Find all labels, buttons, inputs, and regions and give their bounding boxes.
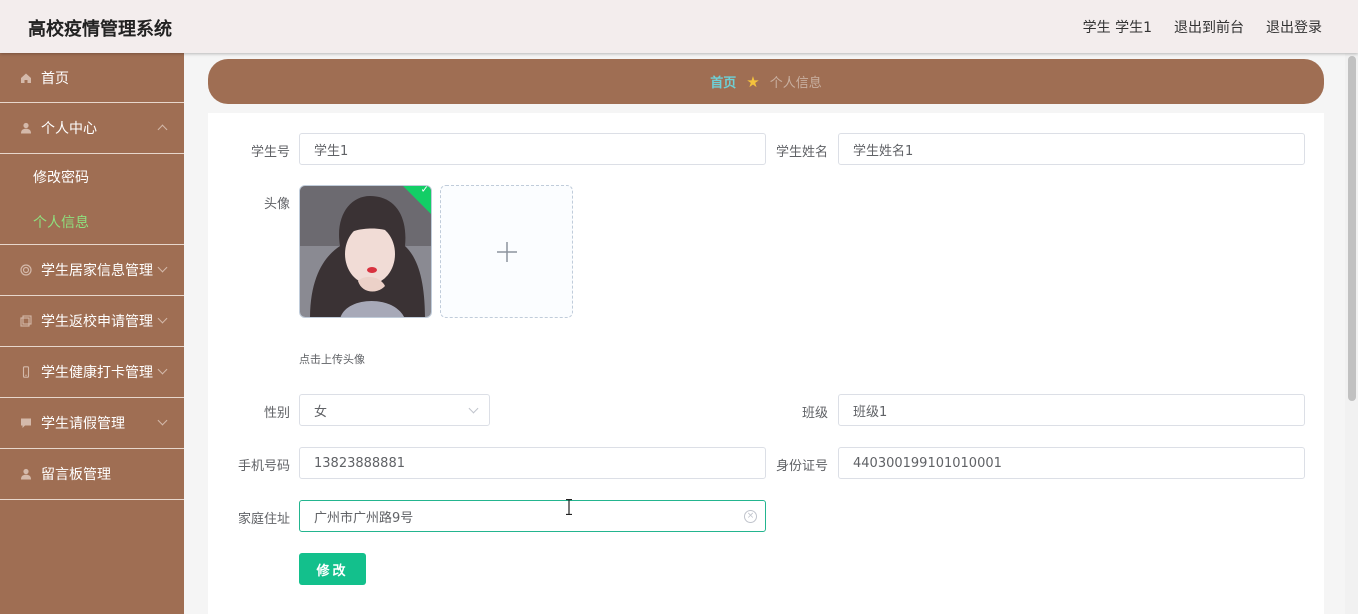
chevron-down-icon <box>157 313 168 324</box>
user-icon <box>19 121 33 135</box>
student-name-input[interactable]: 学生姓名1 <box>838 133 1305 165</box>
star-icon: ★ <box>746 72 760 91</box>
top-header: 高校疫情管理系统 学生 学生1 退出到前台 退出登录 <box>0 0 1358 53</box>
logout-link[interactable]: 退出登录 <box>1266 17 1322 37</box>
breadcrumb: 首页 ★ 个人信息 <box>208 59 1324 104</box>
chevron-down-icon <box>157 262 168 273</box>
scrollbar-thumb[interactable] <box>1348 56 1356 401</box>
sidebar-item-label: 学生请假管理 <box>41 416 125 432</box>
phone-input[interactable]: 13823888881 <box>299 447 766 479</box>
address-label: 家庭住址 <box>237 512 290 527</box>
app-title: 高校疫情管理系统 <box>28 19 172 40</box>
sidebar-item-leave[interactable]: 学生请假管理 <box>0 398 184 449</box>
submit-button[interactable]: 修改 <box>299 553 366 585</box>
chevron-down-icon <box>468 403 479 414</box>
sidebar-item-health-checkin[interactable]: 学生健康打卡管理 <box>0 347 184 398</box>
text-cursor-icon <box>566 499 572 515</box>
class-label: 班级 <box>801 406 828 421</box>
main-content: 首页 ★ 个人信息 学生号 学生1 学生姓名 学生姓名1 头像 ✓ 点击上传头像… <box>184 53 1358 614</box>
chat-icon <box>19 416 33 430</box>
avatar-image[interactable]: ✓ <box>299 185 432 318</box>
personal-center-submenu: 修改密码 个人信息 <box>0 154 184 245</box>
sidebar-item-label: 学生居家信息管理 <box>41 263 153 279</box>
breadcrumb-home-link[interactable]: 首页 <box>710 72 736 91</box>
sidebar-item-message-board[interactable]: 留言板管理 <box>0 449 184 500</box>
sidebar-item-personal-info[interactable]: 个人信息 <box>0 199 184 244</box>
sidebar-item-home[interactable]: 首页 <box>0 53 184 103</box>
class-input[interactable]: 班级1 <box>838 394 1305 426</box>
document-icon <box>19 314 33 328</box>
sidebar-item-label: 首页 <box>41 70 69 87</box>
user-icon <box>19 467 33 481</box>
chevron-down-icon <box>157 415 168 426</box>
sidebar: 首页 个人中心 修改密码 个人信息 学生居家信息管理 学生返校申请管理 学生健康… <box>0 53 184 614</box>
sidebar-item-label: 学生返校申请管理 <box>41 314 153 330</box>
sidebar-item-label: 留言板管理 <box>41 467 111 483</box>
address-input[interactable]: 广州市广州路9号 × <box>299 500 766 532</box>
upload-avatar-button[interactable] <box>440 185 573 318</box>
exit-to-front-link[interactable]: 退出到前台 <box>1174 17 1244 37</box>
id-card-input[interactable]: 440300199101010001 <box>838 447 1305 479</box>
upload-tip: 点击上传头像 <box>299 353 365 366</box>
sidebar-item-home-info[interactable]: 学生居家信息管理 <box>0 245 184 296</box>
sidebar-item-personal-center[interactable]: 个人中心 <box>0 103 184 154</box>
clear-icon[interactable]: × <box>744 510 757 523</box>
gender-select[interactable]: 女 <box>299 394 490 426</box>
sidebar-item-label: 学生健康打卡管理 <box>41 365 153 381</box>
home-icon <box>19 71 33 85</box>
student-no-label: 学生号 <box>250 145 290 160</box>
id-card-label: 身份证号 <box>775 459 828 474</box>
address-value: 广州市广州路9号 <box>314 510 414 526</box>
personal-info-form: 学生号 学生1 学生姓名 学生姓名1 头像 ✓ 点击上传头像 性别 女 班级 班… <box>208 113 1324 614</box>
phone-icon <box>19 365 33 379</box>
sidebar-item-change-password[interactable]: 修改密码 <box>0 154 184 199</box>
student-no-input[interactable]: 学生1 <box>299 133 766 165</box>
current-user-label[interactable]: 学生 学生1 <box>1083 17 1152 37</box>
home-info-icon <box>19 263 33 277</box>
sidebar-item-label: 个人中心 <box>41 121 97 137</box>
chevron-down-icon <box>157 364 168 375</box>
sidebar-item-return-school[interactable]: 学生返校申请管理 <box>0 296 184 347</box>
header-links: 学生 学生1 退出到前台 退出登录 <box>1083 17 1322 37</box>
avatar-label: 头像 <box>263 197 290 212</box>
plus-icon <box>496 241 517 262</box>
gender-label: 性别 <box>263 406 290 421</box>
breadcrumb-current: 个人信息 <box>769 76 822 91</box>
phone-label: 手机号码 <box>237 459 290 474</box>
chevron-up-icon <box>157 124 168 135</box>
student-name-label: 学生姓名 <box>775 145 828 160</box>
gender-selected-value: 女 <box>314 404 328 420</box>
